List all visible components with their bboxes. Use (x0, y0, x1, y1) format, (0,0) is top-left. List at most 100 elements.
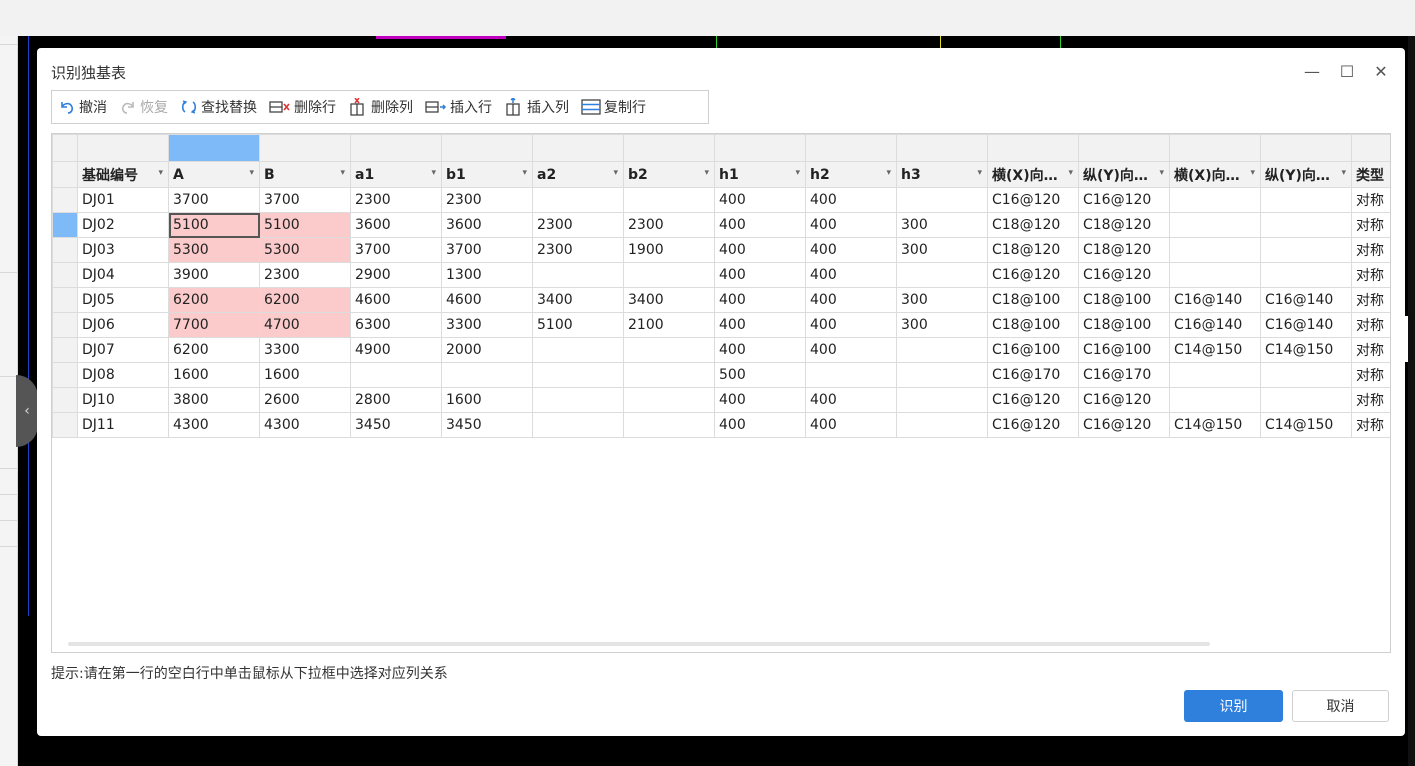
column-header[interactable]: a2 ▾ (532, 161, 624, 188)
table-cell[interactable]: 400 (714, 237, 806, 263)
table-row[interactable]: DJ07 6200 3300 4900 2000 400 400 C16@100 C16@100… (52, 337, 1390, 363)
table-cell[interactable]: 6200 (168, 337, 260, 363)
table-cell[interactable]: 1600 (259, 362, 351, 388)
table-cell[interactable]: DJ04 (77, 262, 169, 288)
insert-row-button[interactable]: 插入行 (425, 97, 492, 117)
table-cell[interactable]: 400 (805, 412, 897, 438)
table-row[interactable]: DJ10 3800 2600 2800 1600 400 400 C16@120 C16@120… (52, 387, 1390, 413)
column-header[interactable]: h1 ▾ (714, 161, 806, 188)
table-cell[interactable]: C18@100 (1078, 312, 1170, 338)
column-mapping-cell[interactable] (623, 134, 715, 162)
table-cell[interactable]: 400 (805, 312, 897, 338)
table-cell[interactable] (532, 387, 624, 413)
row-header[interactable] (52, 337, 78, 363)
table-cell[interactable]: C16@140 (1169, 312, 1261, 338)
table-row[interactable]: DJ03 5300 5300 3700 3700 2300 1900 400 400 300 C18… (52, 237, 1390, 263)
table-cell[interactable]: C16@120 (1078, 387, 1170, 413)
table-cell[interactable]: C16@120 (1078, 412, 1170, 438)
table-cell[interactable]: 300 (896, 287, 988, 313)
table-row[interactable]: DJ02 5100 5100 3600 3600 2300 2300 400 400 300 C18… (52, 212, 1390, 238)
table-cell[interactable]: 6300 (350, 312, 442, 338)
row-header[interactable] (52, 312, 78, 338)
table-cell[interactable]: 4300 (168, 412, 260, 438)
table-cell[interactable]: 400 (805, 237, 897, 263)
cancel-button[interactable]: 取消 (1292, 690, 1389, 722)
table-cell[interactable] (896, 412, 988, 438)
insert-column-button[interactable]: 插入列 (504, 97, 569, 117)
table-cell[interactable] (532, 187, 624, 213)
table-cell[interactable]: DJ02 (77, 212, 169, 238)
table-cell[interactable]: 对称 (1351, 287, 1390, 313)
table-cell[interactable]: C16@140 (1260, 312, 1352, 338)
dropdown-caret-icon[interactable]: ▾ (1068, 168, 1073, 178)
find-replace-button[interactable]: 查找替换 (180, 97, 257, 117)
table-cell[interactable] (623, 412, 715, 438)
column-mapping-cell[interactable] (987, 134, 1079, 162)
copy-row-button[interactable]: 复制行 (581, 97, 646, 117)
maximize-button[interactable]: ☐ (1336, 60, 1358, 82)
column-mapping-cell[interactable] (1169, 134, 1261, 162)
table-cell[interactable]: 对称 (1351, 387, 1390, 413)
table-cell[interactable] (1260, 187, 1352, 213)
table-cell[interactable]: 6200 (259, 287, 351, 313)
column-mapping-cell[interactable] (1260, 134, 1352, 162)
table-cell[interactable]: 对称 (1351, 212, 1390, 238)
row-header[interactable] (52, 237, 78, 263)
table-cell[interactable]: 6200 (168, 287, 260, 313)
column-mapping-cell[interactable] (896, 134, 988, 162)
table-cell[interactable]: 3700 (259, 187, 351, 213)
table-cell[interactable] (623, 387, 715, 413)
table-cell[interactable]: 400 (805, 337, 897, 363)
column-mapping-cell[interactable] (1351, 134, 1390, 162)
table-cell[interactable] (1169, 387, 1261, 413)
table-cell[interactable]: 对称 (1351, 237, 1390, 263)
table-cell[interactable]: C14@150 (1260, 412, 1352, 438)
table-cell[interactable]: 5100 (259, 212, 351, 238)
row-header[interactable] (52, 187, 78, 213)
table-cell[interactable]: 3600 (441, 212, 533, 238)
table-cell[interactable]: DJ07 (77, 337, 169, 363)
table-cell[interactable] (896, 387, 988, 413)
table-cell[interactable]: 对称 (1351, 337, 1390, 363)
table-cell[interactable]: 3450 (350, 412, 442, 438)
column-mapping-cell[interactable] (77, 134, 169, 162)
table-cell[interactable] (896, 262, 988, 288)
table-cell[interactable]: 对称 (1351, 262, 1390, 288)
column-header[interactable]: b2 ▾ (623, 161, 715, 188)
table-cell[interactable]: 2300 (350, 187, 442, 213)
table-cell[interactable]: 4900 (350, 337, 442, 363)
table-cell[interactable]: C18@120 (1078, 212, 1170, 238)
table-cell[interactable]: C14@150 (1260, 337, 1352, 363)
table-cell[interactable]: 2300 (623, 212, 715, 238)
table-cell[interactable]: 3600 (350, 212, 442, 238)
delete-column-button[interactable]: 删除列 (348, 97, 413, 117)
table-cell[interactable] (623, 262, 715, 288)
dropdown-caret-icon[interactable]: ▾ (1159, 168, 1164, 178)
table-row[interactable]: DJ08 1600 1600 500 C16@170 C16@170 对称 (52, 362, 1390, 388)
column-mapping-cell[interactable] (168, 134, 260, 162)
table-cell[interactable] (1260, 387, 1352, 413)
row-header[interactable] (52, 362, 78, 388)
column-mapping-cell[interactable] (350, 134, 442, 162)
table-cell[interactable]: 1300 (441, 262, 533, 288)
row-header[interactable] (52, 387, 78, 413)
recognize-button[interactable]: 识别 (1184, 690, 1283, 722)
table-cell[interactable]: C16@120 (987, 262, 1079, 288)
dropdown-caret-icon[interactable]: ▾ (977, 168, 982, 178)
table-cell[interactable]: 4700 (259, 312, 351, 338)
table-cell[interactable] (532, 262, 624, 288)
table-cell[interactable] (1169, 187, 1261, 213)
table-cell[interactable]: 3800 (168, 387, 260, 413)
table-row[interactable]: DJ05 6200 6200 4600 4600 3400 3400 400 400 300 C18… (52, 287, 1390, 313)
table-cell[interactable]: 400 (805, 187, 897, 213)
table-cell[interactable]: 对称 (1351, 312, 1390, 338)
table-cell[interactable]: 对称 (1351, 187, 1390, 213)
table-cell[interactable]: 5300 (259, 237, 351, 263)
table-cell[interactable] (441, 362, 533, 388)
row-header[interactable] (52, 262, 78, 288)
column-header[interactable]: h3 ▾ (896, 161, 988, 188)
table-cell[interactable]: 3400 (623, 287, 715, 313)
horizontal-scrollbar[interactable] (68, 642, 1210, 646)
table-cell[interactable]: DJ01 (77, 187, 169, 213)
table-cell[interactable]: 400 (714, 387, 806, 413)
